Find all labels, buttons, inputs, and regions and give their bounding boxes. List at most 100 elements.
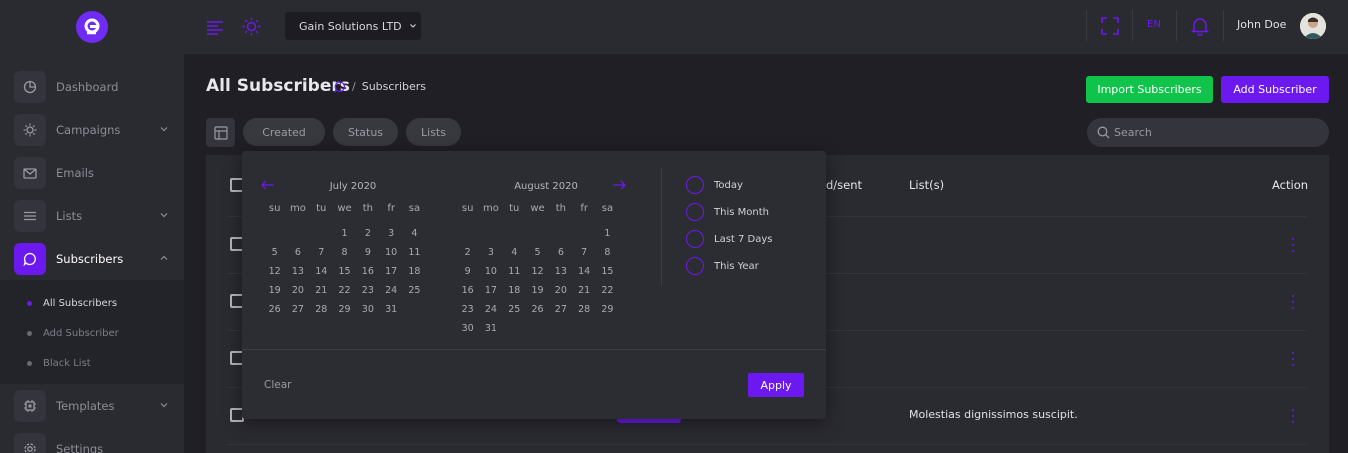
calendar-day[interactable]: 16 [456, 284, 479, 303]
company-selector[interactable]: Gain Solutions LTD [285, 12, 421, 40]
calendar-day[interactable]: 1 [596, 227, 619, 246]
user-name[interactable]: John Doe [1237, 18, 1286, 31]
calendar-day[interactable]: 26 [263, 303, 286, 322]
calendar-day[interactable]: 27 [549, 303, 572, 322]
calendar-day[interactable]: 12 [526, 265, 549, 284]
calendar-day[interactable]: 16 [356, 265, 379, 284]
calendar-day[interactable]: 28 [310, 303, 333, 322]
calendar-day[interactable]: 27 [286, 303, 309, 322]
calendar-day[interactable]: 2 [456, 246, 479, 265]
calendar-day[interactable]: 30 [356, 303, 379, 322]
calendar-day[interactable]: 22 [596, 284, 619, 303]
calendar-day[interactable]: 19 [526, 284, 549, 303]
calendar-day[interactable]: 11 [503, 265, 526, 284]
calendar-day[interactable]: 7 [310, 246, 333, 265]
calendar-day[interactable]: 10 [479, 265, 502, 284]
preset-this-month[interactable]: This Month [686, 203, 769, 221]
calendar-day[interactable]: 20 [286, 284, 309, 303]
calendar-day[interactable]: 9 [456, 265, 479, 284]
sun-icon[interactable] [242, 17, 261, 36]
menu-toggle-icon[interactable] [206, 18, 224, 36]
calendar-day[interactable]: 22 [333, 284, 356, 303]
column-header-lists[interactable]: List(s) [909, 178, 944, 192]
logo[interactable] [0, 0, 184, 54]
sidebar-item-dashboard[interactable]: Dashboard [0, 65, 184, 108]
preset-today[interactable]: Today [686, 176, 743, 194]
calendar-day[interactable]: 18 [403, 265, 426, 284]
calendar-day[interactable]: 17 [479, 284, 502, 303]
filter-chip-lists[interactable]: Lists [406, 118, 461, 146]
radio-button[interactable] [686, 230, 704, 248]
calendar-day[interactable]: 15 [596, 265, 619, 284]
sidebar-item-lists[interactable]: Lists [0, 194, 184, 237]
calendar-day[interactable]: 26 [526, 303, 549, 322]
radio-button[interactable] [686, 203, 704, 221]
calendar-day[interactable]: 7 [572, 246, 595, 265]
calendar-day[interactable]: 14 [310, 265, 333, 284]
calendar-day[interactable]: 4 [503, 246, 526, 265]
calendar-day[interactable]: 18 [503, 284, 526, 303]
filter-chip-status[interactable]: Status [333, 118, 398, 146]
calendar-day[interactable]: 30 [456, 322, 479, 341]
calendar-day[interactable]: 25 [403, 284, 426, 303]
calendar-day[interactable]: 5 [526, 246, 549, 265]
calendar-day[interactable]: 21 [310, 284, 333, 303]
calendar-day[interactable]: 24 [379, 284, 402, 303]
calendar-day[interactable]: 31 [479, 322, 502, 341]
filter-chip-created[interactable]: Created [243, 118, 325, 146]
search-input[interactable]: Search [1087, 118, 1329, 147]
fullscreen-icon[interactable] [1101, 17, 1119, 35]
submenu-item-add-subscriber[interactable]: Add Subscriber [0, 318, 184, 348]
sidebar-item-emails[interactable]: Emails [0, 151, 184, 194]
calendar-day[interactable]: 3 [379, 227, 402, 246]
calendar-day[interactable]: 19 [263, 284, 286, 303]
calendar-day[interactable]: 6 [549, 246, 572, 265]
row-actions-icon[interactable] [1291, 295, 1295, 309]
calendar-day[interactable]: 11 [403, 246, 426, 265]
calendar-day[interactable]: 2 [356, 227, 379, 246]
sidebar-item-campaigns[interactable]: Campaigns [0, 108, 184, 151]
calendar-day[interactable]: 25 [503, 303, 526, 322]
calendar-day[interactable]: 24 [479, 303, 502, 322]
calendar-day[interactable]: 23 [356, 284, 379, 303]
calendar-day[interactable]: 29 [596, 303, 619, 322]
row-actions-icon[interactable] [1291, 409, 1295, 423]
sidebar-item-subscribers[interactable]: Subscribers [0, 237, 184, 280]
calendar-day[interactable]: 17 [379, 265, 402, 284]
row-actions-icon[interactable] [1291, 352, 1295, 366]
apply-button[interactable]: Apply [748, 373, 804, 397]
calendar-day[interactable]: 23 [456, 303, 479, 322]
radio-button[interactable] [686, 176, 704, 194]
add-subscriber-button[interactable]: Add Subscriber [1221, 76, 1329, 103]
calendar-day[interactable]: 14 [572, 265, 595, 284]
calendar-day[interactable]: 13 [286, 265, 309, 284]
calendar-day[interactable]: 4 [403, 227, 426, 246]
calendar-day[interactable]: 15 [333, 265, 356, 284]
column-layout-button[interactable] [206, 118, 235, 147]
calendar-day[interactable]: 29 [333, 303, 356, 322]
calendar-day[interactable]: 8 [333, 246, 356, 265]
calendar-day[interactable]: 8 [596, 246, 619, 265]
calendar-day[interactable]: 31 [379, 303, 402, 322]
calendar-day[interactable]: 28 [572, 303, 595, 322]
import-subscribers-button[interactable]: Import Subscribers [1086, 76, 1213, 103]
sidebar-item-settings[interactable]: Settings [0, 427, 184, 453]
language-selector[interactable]: EN [1147, 19, 1161, 30]
preset-last-7-days[interactable]: Last 7 Days [686, 230, 773, 248]
calendar-day[interactable]: 3 [479, 246, 502, 265]
column-header-sent[interactable]: d/sent [826, 178, 862, 192]
calendar-day[interactable]: 12 [263, 265, 286, 284]
submenu-item-black-list[interactable]: Black List [0, 348, 184, 378]
bell-icon[interactable] [1191, 16, 1209, 36]
calendar-day[interactable]: 1 [333, 227, 356, 246]
calendar-day[interactable]: 21 [572, 284, 595, 303]
calendar-day[interactable]: 10 [379, 246, 402, 265]
calendar-day[interactable]: 6 [286, 246, 309, 265]
submenu-item-all-subscribers[interactable]: All Subscribers [0, 288, 184, 318]
chat-icon[interactable] [334, 80, 346, 93]
sidebar-item-templates[interactable]: Templates [0, 384, 184, 427]
preset-this-year[interactable]: This Year [686, 257, 759, 275]
avatar[interactable] [1300, 13, 1326, 39]
radio-button[interactable] [686, 257, 704, 275]
calendar-day[interactable]: 20 [549, 284, 572, 303]
